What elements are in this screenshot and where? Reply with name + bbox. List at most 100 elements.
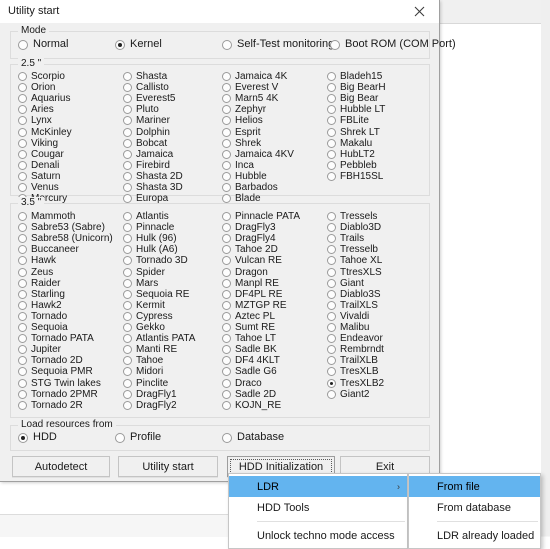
- drive-25-radio-venus[interactable]: Venus: [18, 182, 59, 193]
- drive-35-radio-df4-4klt[interactable]: DF4 4KLT: [222, 355, 280, 366]
- drive-35-radio-rembrndt[interactable]: Rembrndt: [327, 344, 384, 355]
- drive-35-radio-tressels[interactable]: Tressels: [327, 211, 377, 222]
- drive-35-radio-midori[interactable]: Midori: [123, 366, 163, 377]
- drive-25-radio-hubble-lt[interactable]: Hubble LT: [327, 104, 385, 115]
- drive-35-radio-giant[interactable]: Giant: [327, 278, 364, 289]
- drive-35-radio-tahoe-lt[interactable]: Tahoe LT: [222, 333, 276, 344]
- drive-35-radio-manpl-re[interactable]: Manpl RE: [222, 278, 279, 289]
- drive-25-radio-fbh15sl[interactable]: FBH15SL: [327, 171, 383, 182]
- drive-35-radio-df4pl-re[interactable]: DF4PL RE: [222, 289, 282, 300]
- drive-25-radio-orion[interactable]: Orion: [18, 82, 55, 93]
- drive-35-radio-sumt-re[interactable]: Sumt RE: [222, 322, 275, 333]
- drive-35-radio-raider[interactable]: Raider: [18, 278, 60, 289]
- drive-25-radio-cougar[interactable]: Cougar: [18, 149, 64, 160]
- drive-35-radio-pinnacle-pata[interactable]: Pinnacle PATA: [222, 211, 300, 222]
- drive-35-radio-tresselb[interactable]: Tresselb: [327, 244, 378, 255]
- drive-35-radio-sadle-bk[interactable]: Sadle BK: [222, 344, 277, 355]
- drive-35-radio-sequoia-re[interactable]: Sequoia RE: [123, 289, 189, 300]
- drive-25-radio-bobcat[interactable]: Bobcat: [123, 138, 167, 149]
- drive-35-radio-hawk2[interactable]: Hawk2: [18, 300, 62, 311]
- drive-35-radio-atlantis-pata[interactable]: Atlantis PATA: [123, 333, 195, 344]
- mode-radio-self-test-monitoring[interactable]: Self-Test monitoring: [222, 39, 334, 50]
- drive-35-radio-dragfly1[interactable]: DragFly1: [123, 389, 177, 400]
- drive-25-radio-jamaica-4k[interactable]: Jamaica 4K: [222, 71, 287, 82]
- autodetect-button[interactable]: Autodetect: [12, 456, 110, 477]
- drive-35-radio-sabre53-sabre[interactable]: Sabre53 (Sabre): [18, 222, 105, 233]
- drive-25-radio-shrek[interactable]: Shrek: [222, 138, 261, 149]
- drive-35-radio-trailxls[interactable]: TrailXLS: [327, 300, 378, 311]
- drive-25-radio-helios[interactable]: Helios: [222, 115, 263, 126]
- drive-35-radio-giant2[interactable]: Giant2: [327, 389, 369, 400]
- drive-35-radio-tahoe-2d[interactable]: Tahoe 2D: [222, 244, 278, 255]
- drive-35-radio-diablo3d[interactable]: Diablo3D: [327, 222, 381, 233]
- drive-35-radio-tornado[interactable]: Tornado: [18, 311, 67, 322]
- drive-35-radio-tornado-2r[interactable]: Tornado 2R: [18, 400, 83, 411]
- load-resource-radio-hdd[interactable]: HDD: [18, 432, 57, 443]
- drive-35-radio-malibu[interactable]: Malibu: [327, 322, 369, 333]
- drive-35-radio-hulk-96[interactable]: Hulk (96): [123, 233, 177, 244]
- drive-25-radio-zephyr[interactable]: Zephyr: [222, 104, 266, 115]
- drive-35-radio-tresxlb2[interactable]: TresXLB2: [327, 378, 384, 389]
- drive-25-radio-saturn[interactable]: Saturn: [18, 171, 60, 182]
- drive-35-radio-pinnacle[interactable]: Pinnacle: [123, 222, 174, 233]
- drive-25-radio-bladeh15[interactable]: Bladeh15: [327, 71, 382, 82]
- drive-25-radio-viking[interactable]: Viking: [18, 138, 58, 149]
- drive-35-radio-mztgp-re[interactable]: MZTGP RE: [222, 300, 286, 311]
- drive-35-radio-cypress[interactable]: Cypress: [123, 311, 173, 322]
- drive-35-radio-tornado-2pmr[interactable]: Tornado 2PMR: [18, 389, 98, 400]
- drive-25-radio-shasta-2d[interactable]: Shasta 2D: [123, 171, 183, 182]
- drive-25-radio-everest-v[interactable]: Everest V: [222, 82, 278, 93]
- drive-35-radio-vulcan-re[interactable]: Vulcan RE: [222, 255, 282, 266]
- drive-25-radio-pebbleb[interactable]: Pebbleb: [327, 160, 377, 171]
- drive-25-radio-big-bearh[interactable]: Big BearH: [327, 82, 386, 93]
- drive-25-radio-lynx[interactable]: Lynx: [18, 115, 52, 126]
- drive-35-radio-tahoe[interactable]: Tahoe: [123, 355, 163, 366]
- drive-25-radio-makalu[interactable]: Makalu: [327, 138, 372, 149]
- drive-35-radio-manti-re[interactable]: Manti RE: [123, 344, 177, 355]
- close-icon[interactable]: [399, 0, 439, 23]
- mode-radio-boot-rom-com-port[interactable]: Boot ROM (COM Port): [330, 39, 456, 50]
- drive-35-radio-sabre58-unicorn[interactable]: Sabre58 (Unicorn): [18, 233, 113, 244]
- drive-35-radio-aztec-pl[interactable]: Aztec PL: [222, 311, 275, 322]
- drive-25-radio-inca[interactable]: Inca: [222, 160, 254, 171]
- drive-25-radio-aries[interactable]: Aries: [18, 104, 54, 115]
- drive-35-radio-vivaldi[interactable]: Vivaldi: [327, 311, 369, 322]
- drive-25-radio-hubble[interactable]: Hubble: [222, 171, 267, 182]
- drive-35-radio-tornado-pata[interactable]: Tornado PATA: [18, 333, 94, 344]
- drive-35-radio-ttresxls[interactable]: TtresXLS: [327, 267, 382, 278]
- drive-35-radio-jupiter[interactable]: Jupiter: [18, 344, 61, 355]
- drive-35-radio-hulk-a6[interactable]: Hulk (A6): [123, 244, 178, 255]
- drive-35-radio-diablo3s[interactable]: Diablo3S: [327, 289, 381, 300]
- load-resource-radio-profile[interactable]: Profile: [115, 432, 161, 443]
- drive-35-radio-zeus[interactable]: Zeus: [18, 267, 53, 278]
- drive-35-radio-mars[interactable]: Mars: [123, 278, 158, 289]
- drive-25-radio-denali[interactable]: Denali: [18, 160, 59, 171]
- drive-35-radio-trailxlb[interactable]: TrailXLB: [327, 355, 378, 366]
- drive-35-radio-dragon[interactable]: Dragon: [222, 267, 268, 278]
- drive-35-radio-dragfly2[interactable]: DragFly2: [123, 400, 177, 411]
- mode-radio-kernel[interactable]: Kernel: [115, 39, 162, 50]
- drive-25-radio-aquarius[interactable]: Aquarius: [18, 93, 70, 104]
- drive-25-radio-mckinley[interactable]: McKinley: [18, 127, 72, 138]
- drive-35-radio-buccaneer[interactable]: Buccaneer: [18, 244, 79, 255]
- submenu-item-from-database[interactable]: From database: [409, 497, 540, 518]
- drive-35-radio-draco[interactable]: Draco: [222, 378, 262, 389]
- drive-25-radio-shrek-lt[interactable]: Shrek LT: [327, 127, 380, 138]
- utility-start-button[interactable]: Utility start: [118, 456, 218, 477]
- drive-25-radio-everest5[interactable]: Everest5: [123, 93, 175, 104]
- drive-35-radio-mammoth[interactable]: Mammoth: [18, 211, 75, 222]
- drive-35-radio-tornado-3d[interactable]: Tornado 3D: [123, 255, 188, 266]
- drive-35-radio-tahoe-xl[interactable]: Tahoe XL: [327, 255, 382, 266]
- drive-35-radio-gekko[interactable]: Gekko: [123, 322, 165, 333]
- drive-25-radio-pluto[interactable]: Pluto: [123, 104, 159, 115]
- drive-35-radio-sequoia[interactable]: Sequoia: [18, 322, 68, 333]
- drive-35-radio-sequoia-pmr[interactable]: Sequoia PMR: [18, 366, 93, 377]
- drive-25-radio-hublt2[interactable]: HubLT2: [327, 149, 375, 160]
- drive-25-radio-dolphin[interactable]: Dolphin: [123, 127, 170, 138]
- context-menu-item-ldr[interactable]: LDR ›: [229, 476, 407, 497]
- drive-25-radio-shasta[interactable]: Shasta: [123, 71, 167, 82]
- drive-25-radio-mariner[interactable]: Mariner: [123, 115, 170, 126]
- drive-25-radio-barbados[interactable]: Barbados: [222, 182, 278, 193]
- mode-radio-normal[interactable]: Normal: [18, 39, 68, 50]
- drive-25-radio-firebird[interactable]: Firebird: [123, 160, 170, 171]
